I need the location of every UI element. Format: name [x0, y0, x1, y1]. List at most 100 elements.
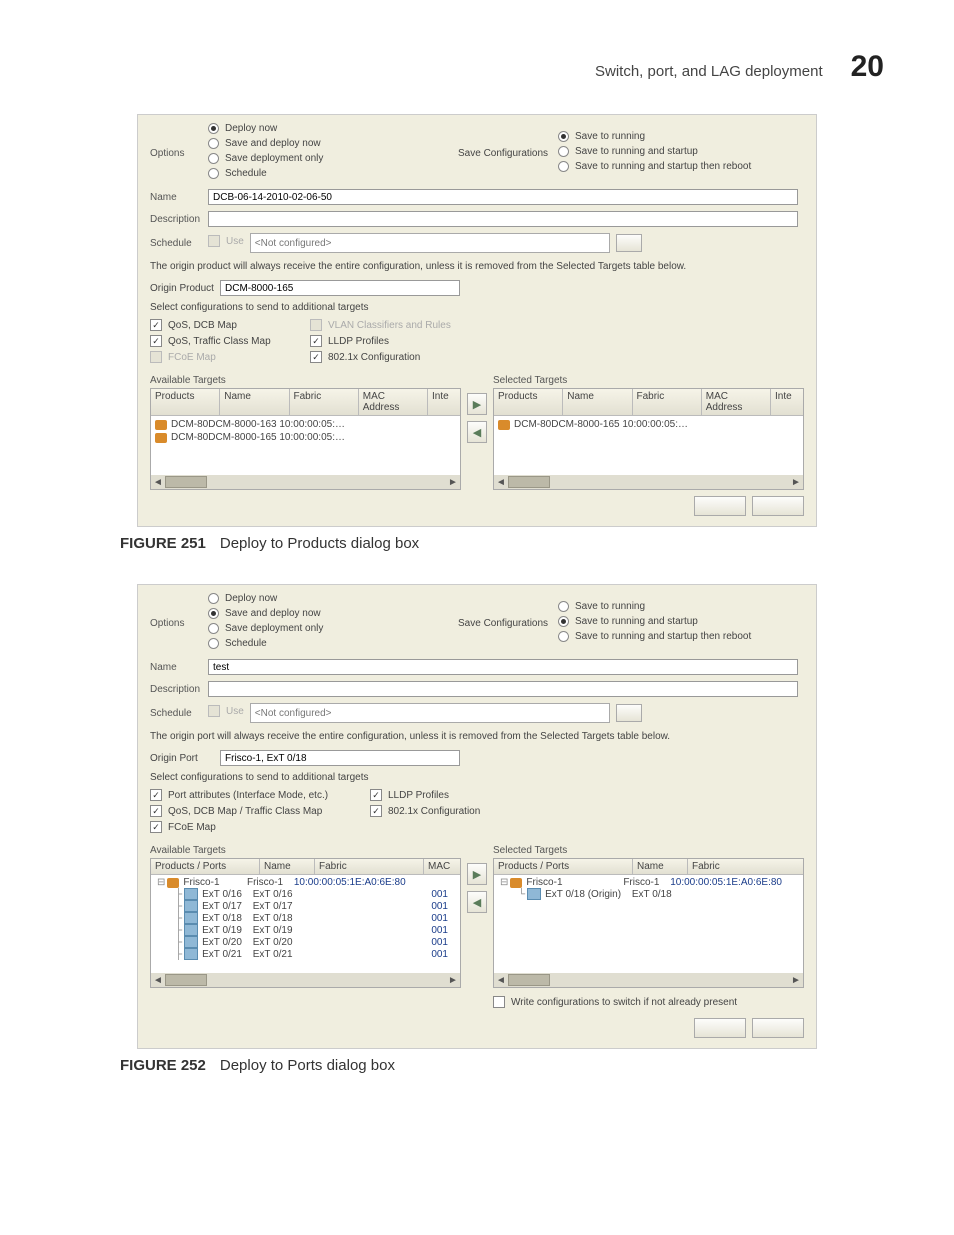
cfg-qos-dcb[interactable]: QoS, DCB Map [150, 319, 310, 331]
name-label: Name [150, 662, 208, 673]
tree-item[interactable]: ├ExT 0/20 ExT 0/20001 [155, 936, 456, 948]
cfg-lldp[interactable]: LLDP Profiles [310, 335, 470, 347]
save-running[interactable]: Save to running [558, 131, 804, 142]
cfg-fcoe[interactable]: FCoE Map [150, 821, 370, 833]
options-label: Options [150, 148, 208, 159]
description-input[interactable] [208, 211, 798, 227]
table-row[interactable]: DCM-80DCM-8000-165 10:00:00:05:… [498, 418, 799, 431]
schedule-label: Schedule [150, 708, 208, 719]
tree-item[interactable]: └ExT 0/18 (Origin) ExT 0/18 [498, 888, 799, 900]
dialog-button[interactable] [752, 496, 804, 516]
option-deploy-now[interactable]: Deploy now [208, 123, 458, 134]
col-products[interactable]: Products [494, 389, 563, 415]
add-button[interactable]: ▶ [467, 863, 487, 885]
port-icon [184, 948, 198, 960]
option-schedule[interactable]: Schedule [208, 168, 458, 179]
tree-root[interactable]: ⊟Frisco-1 Frisco-1 10:00:00:05:1E:A0:6E:… [498, 877, 799, 888]
h-scrollbar[interactable]: ◄► [151, 973, 460, 987]
description-label: Description [150, 684, 208, 695]
option-deploy-now[interactable]: Deploy now [208, 593, 458, 604]
dialog-button[interactable] [694, 496, 746, 516]
selected-title: Selected Targets [493, 375, 804, 386]
save-config-label: Save Configurations [458, 148, 558, 159]
table-row[interactable]: DCM-80DCM-8000-165 10:00:00:05:… [155, 431, 456, 444]
tree-item[interactable]: ├ExT 0/19 ExT 0/19001 [155, 924, 456, 936]
port-icon [184, 888, 198, 900]
h-scrollbar[interactable]: ◄► [494, 475, 803, 489]
available-ports-table[interactable]: Products / Ports Name Fabric MAC ⊟Frisco… [150, 858, 461, 988]
tree-item[interactable]: ├ExT 0/18 ExT 0/18001 [155, 912, 456, 924]
add-button[interactable]: ▶ [467, 393, 487, 415]
col-name[interactable]: Name [220, 389, 289, 415]
h-scrollbar[interactable]: ◄► [151, 475, 460, 489]
selected-title: Selected Targets [493, 845, 804, 856]
col-name[interactable]: Name [633, 859, 688, 874]
col-mac[interactable]: MAC Address [702, 389, 771, 415]
table-row[interactable]: DCM-80DCM-8000-163 10:00:00:05:… [155, 418, 456, 431]
save-running-startup-reboot[interactable]: Save to running and startup then reboot [558, 161, 804, 172]
option-save-only[interactable]: Save deployment only [208, 153, 458, 164]
device-icon [167, 878, 179, 888]
h-scrollbar[interactable]: ◄► [494, 973, 803, 987]
name-input[interactable] [208, 659, 798, 675]
schedule-label: Schedule [150, 238, 208, 249]
schedule-button[interactable] [616, 704, 642, 722]
remove-button[interactable]: ◀ [467, 891, 487, 913]
cfg-dot1x[interactable]: 802.1x Configuration [310, 351, 470, 363]
header-title: Switch, port, and LAG deployment [595, 63, 823, 80]
available-table[interactable]: Products Name Fabric MAC Address Inte DC… [150, 388, 461, 490]
selected-ports-table[interactable]: Products / Ports Name Fabric ⊟Frisco-1 F… [493, 858, 804, 988]
schedule-button[interactable] [616, 234, 642, 252]
cfg-lldp[interactable]: LLDP Profiles [370, 789, 530, 801]
save-running[interactable]: Save to running [558, 601, 804, 612]
save-running-startup[interactable]: Save to running and startup [558, 616, 804, 627]
port-icon [184, 900, 198, 912]
dialog-button[interactable] [694, 1018, 746, 1038]
col-inte[interactable]: Inte [428, 389, 460, 415]
name-input[interactable] [208, 189, 798, 205]
deploy-ports-dialog: Options Deploy now Save and deploy now S… [137, 584, 817, 1049]
origin-note: The origin product will always receive t… [150, 261, 804, 272]
col-name[interactable]: Name [563, 389, 632, 415]
cfg-qos-traffic[interactable]: QoS, Traffic Class Map [150, 335, 310, 347]
col-inte[interactable]: Inte [771, 389, 803, 415]
col-fabric[interactable]: Fabric [290, 389, 359, 415]
origin-port-input[interactable] [220, 750, 460, 766]
option-save-deploy[interactable]: Save and deploy now [208, 138, 458, 149]
col-mac[interactable]: MAC Address [359, 389, 428, 415]
origin-note: The origin port will always receive the … [150, 731, 804, 742]
cfg-dot1x[interactable]: 802.1x Configuration [370, 805, 530, 817]
col-fabric[interactable]: Fabric [633, 389, 702, 415]
option-schedule[interactable]: Schedule [208, 638, 458, 649]
deploy-products-dialog: Options Deploy now Save and deploy now S… [137, 114, 817, 527]
cfg-port-attr[interactable]: Port attributes (Interface Mode, etc.) [150, 789, 370, 801]
tree-item[interactable]: ├ExT 0/17 ExT 0/17001 [155, 900, 456, 912]
device-icon [155, 420, 167, 430]
origin-label: Origin Product [150, 283, 220, 294]
col-pp[interactable]: Products / Ports [151, 859, 260, 874]
save-running-startup-reboot[interactable]: Save to running and startup then reboot [558, 631, 804, 642]
col-products[interactable]: Products [151, 389, 220, 415]
device-icon [510, 878, 522, 888]
tree-root[interactable]: ⊟Frisco-1 Frisco-1 10:00:00:05:1E:A0:6E:… [155, 877, 456, 888]
option-save-deploy[interactable]: Save and deploy now [208, 608, 458, 619]
option-save-only[interactable]: Save deployment only [208, 623, 458, 634]
use-schedule-check: Use [208, 705, 244, 717]
description-input[interactable] [208, 681, 798, 697]
origin-input[interactable] [220, 280, 460, 296]
remove-button[interactable]: ◀ [467, 421, 487, 443]
tree-item[interactable]: ├ExT 0/16 ExT 0/16001 [155, 888, 456, 900]
col-name[interactable]: Name [260, 859, 315, 874]
cfg-vlan: VLAN Classifiers and Rules [310, 319, 470, 331]
tree-item[interactable]: ├ExT 0/21 ExT 0/21001 [155, 948, 456, 960]
cfg-qos[interactable]: QoS, DCB Map / Traffic Class Map [150, 805, 370, 817]
dialog-button[interactable] [752, 1018, 804, 1038]
selected-table[interactable]: Products Name Fabric MAC Address Inte DC… [493, 388, 804, 490]
col-fabric[interactable]: Fabric [315, 859, 424, 874]
chapter-number: 20 [851, 50, 884, 84]
col-mac[interactable]: MAC [424, 859, 460, 874]
save-running-startup[interactable]: Save to running and startup [558, 146, 804, 157]
col-pp[interactable]: Products / Ports [494, 859, 633, 874]
write-config-check[interactable]: Write configurations to switch if not al… [493, 996, 804, 1008]
col-fabric[interactable]: Fabric [688, 859, 803, 874]
